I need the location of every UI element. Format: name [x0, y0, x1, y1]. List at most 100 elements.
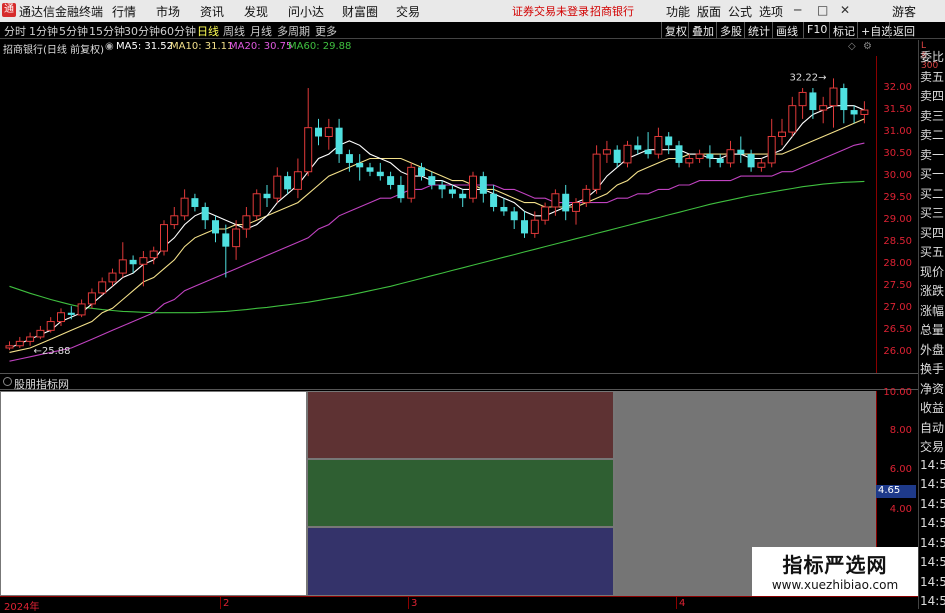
menu-caifuquan[interactable]: 财富圈 — [342, 3, 378, 20]
tab-multi-period[interactable]: 多周期 — [277, 23, 310, 39]
btn-back[interactable]: 返回 — [889, 22, 918, 38]
sidebar-item[interactable]: 换手 — [920, 360, 944, 377]
sidebar-item[interactable]: 卖五 — [920, 68, 944, 85]
minimize-icon[interactable]: ─ — [794, 3, 801, 17]
menu-faxian[interactable]: 发现 — [244, 3, 268, 20]
tab-more[interactable]: 更多 — [315, 23, 337, 39]
menu-banmian[interactable]: 版面 — [697, 3, 721, 20]
sidebar-item[interactable]: 卖四 — [920, 87, 944, 104]
candle-body — [5, 345, 14, 349]
price-axis-label: 29.50 — [883, 192, 912, 204]
sidebar-item[interactable]: 净资 — [920, 380, 944, 397]
sidebar-item[interactable]: 自动 — [920, 419, 944, 436]
btn-duogu[interactable]: 多股 — [716, 22, 745, 38]
tab-weekly[interactable]: 周线 — [223, 23, 245, 39]
indicator-icon[interactable] — [3, 377, 12, 386]
btn-biaoji[interactable]: 标记 — [829, 22, 858, 38]
candle-body — [675, 145, 683, 163]
candle-body — [829, 87, 838, 107]
candle-body — [304, 127, 313, 173]
candle-body — [170, 215, 179, 226]
menu-xuanxiang[interactable]: 选项 — [759, 3, 783, 20]
sidebar-item[interactable]: 14:56 — [920, 536, 945, 550]
user-label[interactable]: 游客 — [892, 3, 916, 20]
btn-tongji[interactable]: 统计 — [744, 22, 773, 38]
candle-body — [530, 219, 539, 234]
sidebar-item[interactable]: 14:56 — [920, 516, 945, 530]
btn-huaxian[interactable]: 画线 — [772, 22, 801, 38]
tab-30min[interactable]: 30分钟 — [124, 23, 160, 39]
sidebar-item[interactable]: 收益 — [920, 399, 944, 416]
sidebar-item[interactable]: 买三 — [920, 204, 944, 221]
close-icon[interactable]: ✕ — [840, 3, 850, 17]
menu-gongneng[interactable]: 功能 — [666, 3, 690, 20]
btn-f10[interactable]: F10 — [803, 22, 830, 38]
sidebar-item[interactable]: 买二 — [920, 185, 944, 202]
candle-body — [644, 149, 652, 155]
candle-body — [407, 166, 416, 199]
candle-body — [572, 202, 580, 212]
sidebar-item[interactable]: 外盘 — [920, 341, 944, 358]
menu-jiaoyi[interactable]: 交易 — [396, 3, 420, 20]
sidebar-item[interactable]: 14:56 — [920, 497, 945, 511]
menu-zixun[interactable]: 资讯 — [200, 3, 224, 20]
candle-body — [77, 303, 86, 316]
candle-body — [459, 193, 467, 199]
btn-diejia[interactable]: 叠加 — [688, 22, 717, 38]
sidebar-item[interactable]: 14:56 — [920, 594, 945, 608]
sidebar-item[interactable]: 14:56 — [920, 575, 945, 589]
sidebar-item[interactable]: 14:56 — [920, 477, 945, 491]
sidebar-item[interactable]: 14:56 — [920, 555, 945, 569]
candle-body — [602, 149, 611, 155]
sidebar-item[interactable]: 交易 — [920, 438, 944, 455]
settings-icon[interactable]: ⚙ — [863, 41, 872, 52]
ma60-label: MA60: 29.88 — [288, 41, 352, 52]
candlestick-chart[interactable]: 32.22→ ←25.88 — [0, 40, 876, 374]
tab-5min[interactable]: 5分钟 — [59, 23, 88, 39]
sidebar-item[interactable]: 卖二 — [920, 126, 944, 143]
sidebar-item[interactable]: 买一 — [920, 165, 944, 182]
sidebar-item[interactable]: 涨跌 — [920, 282, 944, 299]
tab-monthly[interactable]: 月线 — [250, 23, 272, 39]
tab-1min[interactable]: 1分钟 — [29, 23, 58, 39]
candle-body — [387, 176, 395, 185]
sidebar-item[interactable]: 委比 — [920, 48, 944, 65]
candle-body — [860, 109, 869, 115]
stock-name-header: 招商银行 — [590, 5, 634, 18]
diamond-icon[interactable]: ◇ — [848, 41, 856, 52]
sidebar-item[interactable]: 现价 — [920, 263, 944, 280]
tab-60min[interactable]: 60分钟 — [160, 23, 196, 39]
sidebar-item[interactable]: 14:56 — [920, 458, 945, 472]
sidebar-item[interactable]: 卖三 — [920, 107, 944, 124]
menu-wenxiaoda[interactable]: 问小达 — [288, 3, 324, 20]
ma-toggle-icon[interactable]: ◉ — [105, 41, 114, 52]
price-axis-label: 28.50 — [883, 236, 912, 248]
candle-body — [273, 175, 282, 199]
sidebar-item[interactable]: 买五 — [920, 243, 944, 260]
menu-hangqing[interactable]: 行情 — [112, 3, 136, 20]
sidebar-item[interactable]: 涨幅 — [920, 302, 944, 319]
app-logo: 通 — [2, 3, 16, 17]
tab-daily[interactable]: 日线 — [197, 23, 219, 39]
price-axis-label: 31.50 — [883, 104, 912, 116]
price-axis-label: 28.00 — [883, 258, 912, 270]
btn-fuquan[interactable]: 复权 — [661, 22, 690, 38]
tab-fenshi[interactable]: 分时 — [4, 23, 26, 39]
indicator-title[interactable]: 股朋指标网 — [14, 376, 69, 392]
sidebar-item[interactable]: 买四 — [920, 224, 944, 241]
candle-body — [582, 188, 591, 204]
candle-body — [840, 88, 848, 111]
candle-body — [798, 91, 807, 107]
candle-body — [623, 144, 632, 164]
maximize-icon[interactable]: □ — [817, 3, 828, 17]
trade-login-warning[interactable]: 证券交易未登录 — [512, 3, 589, 19]
price-axis-label: 26.00 — [883, 346, 912, 358]
ind-axis-label: 4.00 — [889, 504, 912, 515]
candle-body — [850, 110, 858, 115]
menu-shichang[interactable]: 市场 — [156, 3, 180, 20]
menu-gongshi[interactable]: 公式 — [728, 3, 752, 20]
sidebar-item[interactable]: 总量 — [920, 321, 944, 338]
candle-body — [747, 154, 755, 168]
sidebar-item[interactable]: 卖一 — [920, 146, 944, 163]
tab-15min[interactable]: 15分钟 — [89, 23, 125, 39]
